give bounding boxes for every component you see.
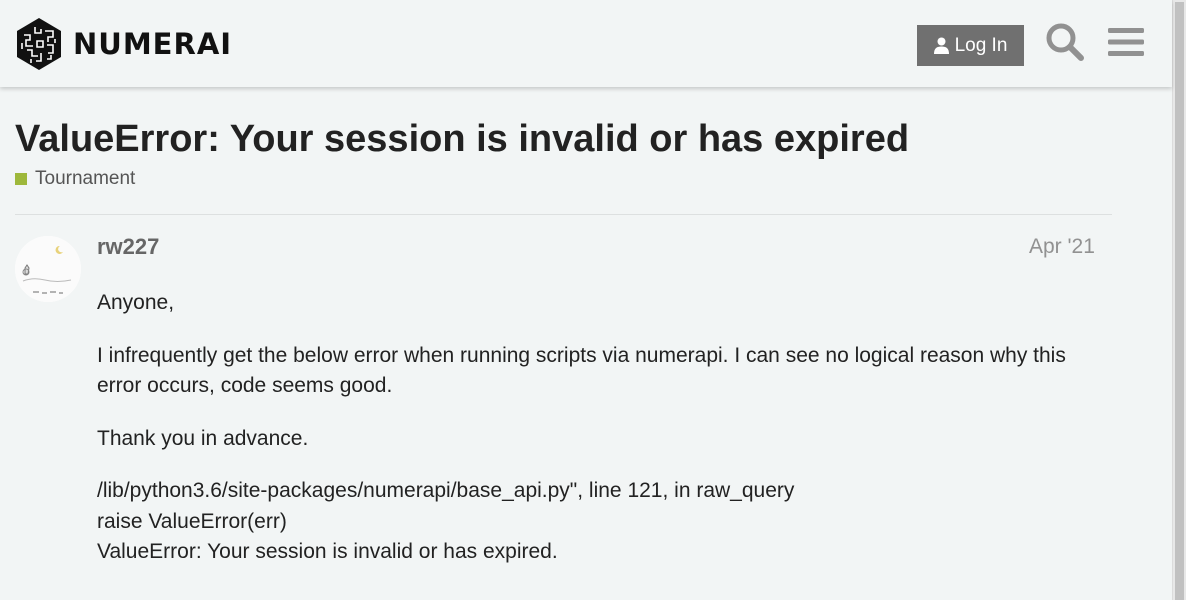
logo-text: NUMERAI [73, 27, 233, 61]
hamburger-menu-button[interactable] [1104, 20, 1148, 64]
traceback-line: ValueError: Your session is invalid or h… [97, 540, 558, 563]
category-label: Tournament [35, 168, 136, 189]
log-in-label: Log In [954, 34, 1008, 56]
topic-title[interactable]: ValueError: Your session is invalid or h… [15, 118, 909, 161]
post-paragraph: I infrequently get the below error when … [97, 343, 1066, 398]
error-traceback: /lib/python3.6/site-packages/numerapi/ba… [97, 476, 1097, 568]
numerai-logo[interactable]: NUMERAI [15, 17, 232, 71]
search-icon [1046, 23, 1084, 61]
traceback-line: raise ValueError(err) [97, 509, 287, 533]
avatar-image [15, 236, 81, 302]
category-badge[interactable]: Tournament [15, 168, 135, 190]
post-paragraph: Thank you in advance. [97, 426, 309, 450]
traceback-line: /lib/python3.6/site-packages/numerapi/ba… [97, 479, 795, 502]
post-body: Anyone, I infrequently get the below err… [97, 288, 1097, 568]
vertical-scrollbar[interactable] [1172, 0, 1186, 600]
post-date[interactable]: Apr '21 [1029, 235, 1095, 259]
site-header: NUMERAI Log In [0, 0, 1172, 87]
log-in-button[interactable]: Log In [917, 25, 1024, 66]
numerai-logo-icon [17, 18, 61, 70]
post-username[interactable]: rw227 [97, 234, 159, 260]
hamburger-menu-icon [1108, 28, 1144, 56]
post-paragraph: Anyone, [97, 291, 175, 314]
scrollbar-thumb[interactable] [1175, 2, 1184, 600]
user-icon [933, 37, 949, 54]
topic-divider [15, 214, 1112, 215]
user-avatar[interactable] [15, 236, 81, 302]
category-color-swatch [15, 173, 27, 185]
search-button[interactable] [1043, 20, 1087, 64]
